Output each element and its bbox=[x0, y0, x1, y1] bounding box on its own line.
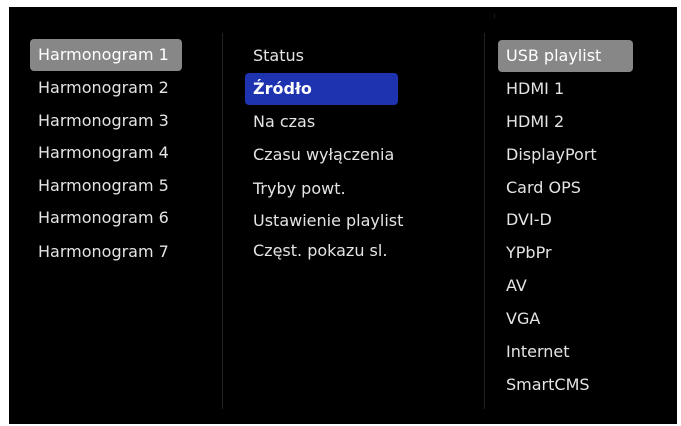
schedule-item-4[interactable]: Harmonogram 4 bbox=[30, 137, 182, 169]
schedule-item-5[interactable]: Harmonogram 5 bbox=[30, 170, 182, 202]
source-item-card-ops[interactable]: Card OPS bbox=[498, 172, 633, 204]
source-item-vga[interactable]: VGA bbox=[498, 303, 633, 335]
settings-item-playlist-setting[interactable]: Ustawienie playlist bbox=[245, 205, 403, 237]
source-item-hdmi-2[interactable]: HDMI 2 bbox=[498, 106, 633, 138]
source-item-dvi-d[interactable]: DVI-D bbox=[498, 204, 633, 236]
source-item-internet[interactable]: Internet bbox=[498, 336, 633, 368]
settings-item-status[interactable]: Status bbox=[245, 40, 398, 72]
settings-item-off-time[interactable]: Czasu wyłączenia bbox=[245, 139, 398, 171]
source-item-displayport[interactable]: DisplayPort bbox=[498, 139, 633, 171]
source-item-av[interactable]: AV bbox=[498, 270, 633, 302]
column-divider-left bbox=[222, 33, 223, 409]
schedule-item-2[interactable]: Harmonogram 2 bbox=[30, 72, 182, 104]
source-item-ypbpr[interactable]: YPbPr bbox=[498, 237, 633, 269]
schedule-item-3[interactable]: Harmonogram 3 bbox=[30, 105, 182, 137]
settings-item-on-time[interactable]: Na czas bbox=[245, 106, 398, 138]
schedule-item-1[interactable]: Harmonogram 1 bbox=[30, 39, 182, 71]
schedule-item-6[interactable]: Harmonogram 6 bbox=[30, 202, 182, 234]
source-item-smartcms[interactable]: SmartCMS bbox=[498, 369, 633, 401]
source-item-hdmi-1[interactable]: HDMI 1 bbox=[498, 73, 633, 105]
schedule-item-7[interactable]: Harmonogram 7 bbox=[30, 236, 182, 268]
source-item-usb-playlist[interactable]: USB playlist bbox=[498, 40, 633, 72]
settings-item-source[interactable]: Źródło bbox=[245, 73, 398, 105]
column-divider-right bbox=[484, 33, 485, 409]
settings-item-slideshow-interval[interactable]: Częst. pokazu sl. bbox=[245, 235, 398, 267]
top-tick-mark bbox=[494, 14, 495, 18]
osd-menu-screen: Harmonogram 1 Harmonogram 2 Harmonogram … bbox=[9, 7, 677, 424]
settings-item-repeat-modes[interactable]: Tryby powt. bbox=[245, 173, 398, 205]
